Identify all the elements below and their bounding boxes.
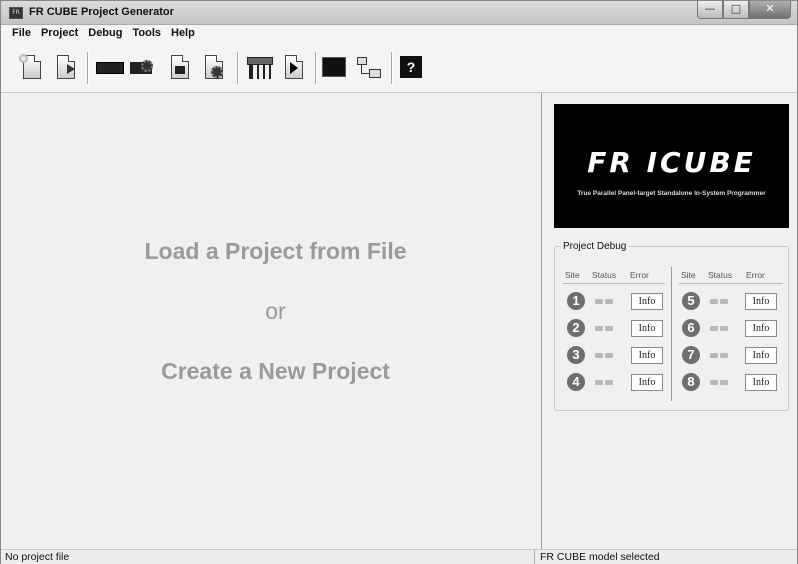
right-panel: FR ICUBE True Parallel Panel-target Stan… [544,93,797,549]
open-project-icon[interactable] [53,54,79,82]
site-5-info-button[interactable]: Info [745,293,777,310]
minimize-button[interactable]: — [697,1,723,19]
site-2-indicator: 2 [567,319,585,337]
app-window: FR FR CUBE Project Generator — □ ✕ File … [0,0,798,564]
load-project-prompt[interactable]: Load a Project from File [9,238,542,265]
site-4-indicator: 4 [567,373,585,391]
document-settings-icon[interactable] [167,54,193,82]
header-underline [679,283,783,284]
chip-icon[interactable] [95,54,125,82]
maximize-button[interactable]: □ [723,1,749,19]
help-icon[interactable]: ? [399,54,425,82]
site-6-indicator: 6 [682,319,700,337]
menu-help[interactable]: Help [166,25,200,43]
toolbar-separator [391,52,393,84]
menu-tools[interactable]: Tools [127,25,166,43]
project-file-status: No project file [5,551,70,563]
site-5-status [710,299,728,304]
status-header: Status [708,270,733,280]
site-5-indicator: 5 [682,292,700,310]
logo-wordmark: FR ICUBE [587,146,756,179]
chip-settings-icon[interactable] [129,54,159,82]
site-8-info-button[interactable]: Info [745,374,777,391]
site-2-status [595,326,613,331]
window-controls: — □ ✕ [697,1,791,19]
site-3-indicator: 3 [567,346,585,364]
app-icon: FR [9,7,23,19]
toolbar-separator [87,52,89,84]
fr-cube-logo: FR ICUBE True Parallel Panel-target Stan… [554,104,789,228]
logo-tagline: True Parallel Panel-target Standalone In… [577,190,766,197]
model-status: FR CUBE model selected [540,551,660,563]
menu-project[interactable]: Project [36,25,83,43]
site-8-status [710,380,728,385]
project-workspace[interactable]: Load a Project from File or Create a New… [9,93,542,549]
site-6-info-button[interactable]: Info [745,320,777,337]
site-7-indicator: 7 [682,346,700,364]
error-header: Error [746,270,765,280]
close-button[interactable]: ✕ [749,1,791,19]
error-header: Error [630,270,649,280]
document-gear-icon[interactable] [201,54,227,82]
project-debug-title: Project Debug [561,241,629,252]
site-header: Site [681,270,696,280]
toolbar-separator [237,52,239,84]
menu-file[interactable]: File [7,25,36,43]
menu-bar: File Project Debug Tools Help [1,25,797,43]
site-4-info-button[interactable]: Info [631,374,663,391]
site-7-info-button[interactable]: Info [745,347,777,364]
column-divider [671,267,672,401]
site-2-info-button[interactable]: Info [631,320,663,337]
site-1-status [595,299,613,304]
menu-debug[interactable]: Debug [83,25,127,43]
site-3-status [595,353,613,358]
site-3-info-button[interactable]: Info [631,347,663,364]
socket-icon[interactable] [245,54,275,82]
create-project-prompt[interactable]: Create a New Project [9,358,542,385]
window-title: FR CUBE Project Generator [29,6,174,18]
status-header: Status [592,270,617,280]
run-icon[interactable] [281,54,307,82]
site-4-status [595,380,613,385]
toolbar: ? [1,43,797,93]
site-1-indicator: 1 [567,292,585,310]
site-6-status [710,326,728,331]
title-bar[interactable]: FR FR CUBE Project Generator — □ ✕ [1,1,797,25]
terminal-icon[interactable] [321,54,347,82]
status-bar: No project file FR CUBE model selected [1,549,797,564]
site-7-status [710,353,728,358]
site-1-info-button[interactable]: Info [631,293,663,310]
transfer-icon[interactable] [355,54,385,82]
new-project-icon[interactable] [19,54,45,82]
project-debug-group: Project Debug Site Status Error Site Sta… [554,241,789,411]
site-header: Site [565,270,580,280]
header-underline [563,283,665,284]
site-8-indicator: 8 [682,373,700,391]
status-divider [534,550,535,564]
toolbar-separator [315,52,317,84]
or-label: or [265,298,286,324]
